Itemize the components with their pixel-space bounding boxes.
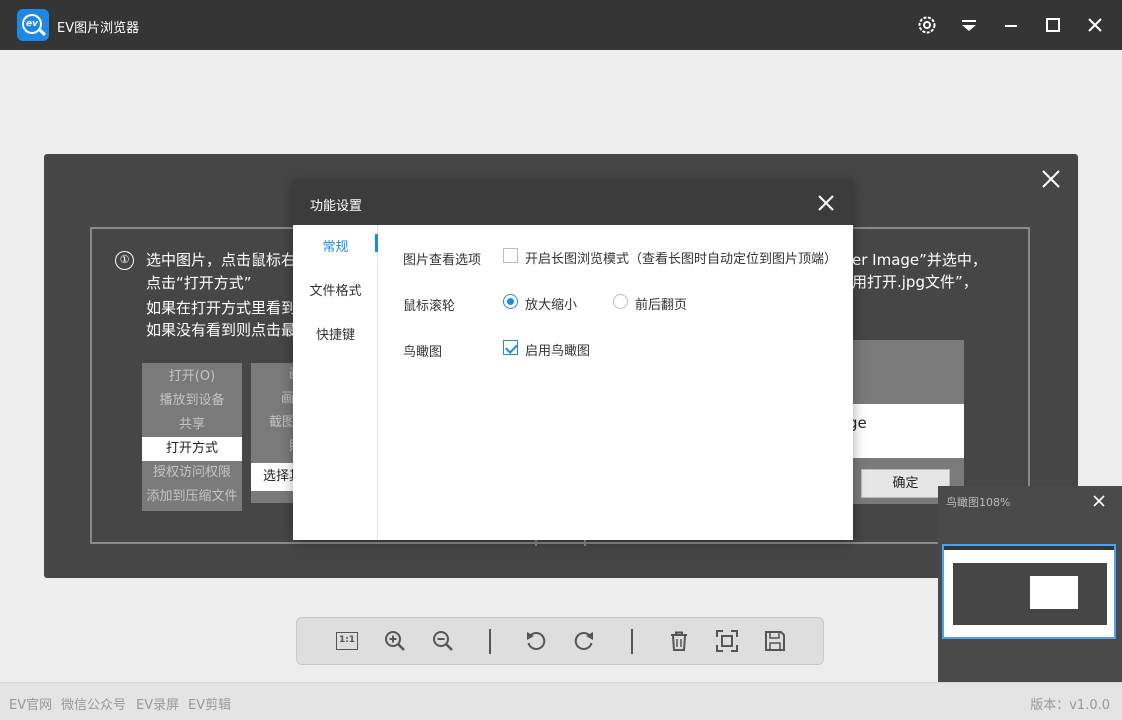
status-bar: EV官网 微信公众号 EV录屏 EV剪辑 版本：v1.0.0 xyxy=(0,682,1122,720)
save-disk-icon[interactable] xyxy=(762,628,788,654)
guide-line-right-2: 用打开.jpg文件”， xyxy=(852,273,978,291)
guide-context-menu: 打开(O) 播放到设备 共享 打开方式 授权访问权限 添加到压缩文件 xyxy=(142,363,242,511)
context-menu-item: 授权访问权限 xyxy=(152,465,231,480)
context-menu-item: 播放到设备 xyxy=(159,393,225,408)
view-options-label: 图片查看选项 xyxy=(403,253,482,268)
tab-shortcuts[interactable]: 快捷键 xyxy=(293,324,378,343)
context-menu-item: 打开(O) xyxy=(168,369,216,384)
version-text: 版本：v1.0.0 xyxy=(1030,698,1110,713)
link-wechat[interactable]: 微信公众号 xyxy=(61,694,126,713)
toolbar-divider xyxy=(489,629,491,654)
enable-birdseye-label[interactable]: 启用鸟瞰图 xyxy=(525,340,590,359)
link-ev-recorder[interactable]: EV录屏 xyxy=(136,694,179,713)
wheel-zoom-radio[interactable] xyxy=(503,294,518,309)
menu-dropdown-icon[interactable] xyxy=(956,12,982,38)
active-tab-marker xyxy=(375,234,378,252)
wheel-zoom-label[interactable]: 放大缩小 xyxy=(525,294,577,313)
actual-size-button[interactable]: 1:1 xyxy=(334,628,360,654)
step-number: ① xyxy=(115,251,134,270)
rotate-left-icon[interactable] xyxy=(523,628,549,654)
tab-file-formats[interactable]: 文件格式 xyxy=(293,280,378,299)
dialog-title: 功能设置 xyxy=(310,199,363,214)
minimize-icon[interactable] xyxy=(998,12,1024,38)
settings-sidebar: 常规 文件格式 快捷键 xyxy=(293,225,378,540)
fit-screen-icon[interactable] xyxy=(714,628,740,654)
long-image-mode-checkbox[interactable] xyxy=(503,248,518,263)
mouse-wheel-label: 鼠标滚轮 xyxy=(403,299,456,314)
guide-line-2: 点击“打开方式” xyxy=(146,274,252,292)
birdseye-close-icon[interactable] xyxy=(1091,493,1107,509)
app-logo-icon: ev xyxy=(17,9,49,41)
wheel-page-label[interactable]: 前后翻页 xyxy=(635,294,687,313)
maximize-icon[interactable] xyxy=(1040,12,1066,38)
birdseye-viewport[interactable] xyxy=(942,544,1116,639)
guide-line-4: 如果没有看到则点击最 xyxy=(146,321,297,339)
enable-birdseye-checkbox[interactable] xyxy=(503,340,518,355)
guide-ok-button: 确定 xyxy=(861,469,950,498)
delete-trash-icon[interactable] xyxy=(666,628,692,654)
birdseye-title: 鸟瞰图108% xyxy=(946,496,1011,509)
guide-line-1: 选中图片，点击鼠标右 xyxy=(146,251,297,269)
context-menu-item: 添加到压缩文件 xyxy=(146,489,238,504)
settings-dialog: 功能设置 常规 文件格式 快捷键 图片查看选项 开启长图浏览模式（查看长图时自动… xyxy=(293,180,853,540)
guide-close-icon[interactable] xyxy=(1040,168,1062,190)
dialog-close-icon[interactable] xyxy=(815,192,837,214)
toolbar-divider xyxy=(631,629,633,654)
tab-general[interactable]: 常规 xyxy=(293,236,378,255)
image-toolbar: 1:1 xyxy=(296,617,824,665)
guide-line-right-1: er Image”并选中， xyxy=(852,251,987,269)
close-window-icon[interactable] xyxy=(1082,12,1108,38)
birdseye-header: 鸟瞰图108% xyxy=(938,486,1122,516)
birdseye-panel: 鸟瞰图108% xyxy=(938,486,1122,682)
app-title: EV图片浏览器 xyxy=(57,21,140,36)
zoom-out-icon[interactable] xyxy=(430,628,456,654)
long-image-mode-label[interactable]: 开启长图浏览模式（查看长图时自动定位到图片顶端） xyxy=(525,248,837,267)
rotate-right-icon[interactable] xyxy=(571,628,597,654)
wheel-page-radio[interactable] xyxy=(613,294,628,309)
guide-line-3: 如果在打开方式里看到 xyxy=(146,299,297,317)
context-menu-item-open-with: 打开方式 xyxy=(142,437,242,461)
birdseye-label: 鸟瞰图 xyxy=(403,345,443,360)
settings-gear-icon[interactable] xyxy=(914,12,940,38)
actual-size-icon: 1:1 xyxy=(336,632,358,650)
dialog-header: 功能设置 xyxy=(293,180,853,225)
title-bar: ev EV图片浏览器 xyxy=(0,0,1122,50)
link-ev-editor[interactable]: EV剪辑 xyxy=(188,694,231,713)
zoom-in-icon[interactable] xyxy=(382,628,408,654)
context-menu-item: 共享 xyxy=(178,417,205,432)
link-ev-website[interactable]: EV官网 xyxy=(9,694,52,713)
